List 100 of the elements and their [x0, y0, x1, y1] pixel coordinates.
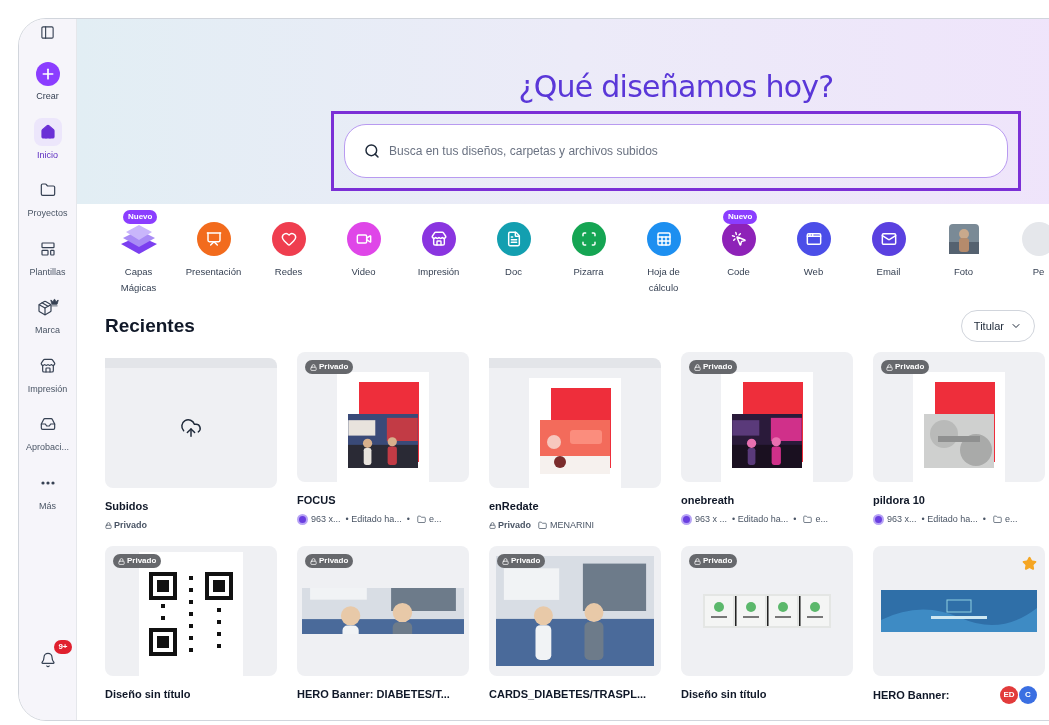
separator-dot: • [406, 512, 410, 526]
lock-icon [310, 363, 317, 371]
category-button[interactable]: Doc [476, 222, 551, 280]
design-card[interactable]: Privado [297, 352, 469, 482]
sidebar-item[interactable]: Plantillas [19, 234, 77, 279]
category-button[interactable]: Redes [251, 222, 326, 280]
design-title: Diseño sin título [105, 687, 191, 702]
sidebar-item[interactable]: Más [19, 468, 77, 513]
folder-icon [803, 514, 813, 524]
lock-icon [489, 521, 496, 529]
category-button[interactable]: Pizarra [551, 222, 626, 280]
folder-icon [416, 514, 426, 524]
privacy-badge: Privado [305, 554, 354, 568]
bell-icon [39, 652, 56, 668]
folder-icon [538, 520, 547, 530]
category-label: Redes [273, 265, 304, 279]
edited-time: • Editado ha... [345, 512, 402, 526]
design-card[interactable]: Privado [681, 546, 853, 676]
cloud-upload-icon [180, 417, 202, 439]
category-button[interactable]: Email [851, 222, 926, 280]
lock-icon [118, 557, 125, 565]
design-title: onebreath [681, 493, 735, 508]
design-title: CARDS_DIABETES/TRASPL... [489, 687, 647, 702]
lock-icon [105, 521, 112, 529]
sidebar-item[interactable]: Marca [19, 293, 77, 338]
edited-time: • Editado ha... [921, 512, 978, 526]
category-label: Presentación [184, 265, 243, 279]
category-button[interactable]: Video [326, 222, 401, 280]
category-label: Doc [504, 265, 523, 279]
panel-toggle-icon[interactable] [40, 25, 55, 40]
privacy-badge: Privado [689, 360, 738, 374]
collaborator-avatar: C [1019, 686, 1037, 704]
category-button[interactable]: Presentación [176, 222, 251, 280]
lock-icon [694, 557, 701, 565]
design-size: 963 x... [887, 512, 917, 526]
folder-name: e... [428, 512, 442, 526]
design-title: Diseño sin título [681, 687, 767, 702]
design-title: HERO Banner: DIABETES/T... [297, 687, 450, 702]
home-icon [39, 123, 56, 140]
design-card[interactable]: Privado [873, 352, 1045, 482]
category-button[interactable]: Code [701, 222, 776, 280]
section-heading: Recientes [105, 313, 195, 338]
category-label: Pe [1031, 265, 1046, 279]
design-title: HERO Banner: [873, 687, 950, 703]
category-button[interactable]: Hoja de cálculo [626, 222, 701, 296]
folder-name: e... [1004, 512, 1018, 526]
separator-dot: • [982, 512, 986, 526]
privacy-badge: Privado [689, 554, 738, 568]
folder-icon [992, 514, 1002, 524]
category-label: Foto [953, 265, 974, 279]
design-title: pildora 10 [873, 493, 925, 508]
design-card[interactable]: Privado [297, 546, 469, 676]
owner-avatar-icon [297, 513, 308, 525]
design-title: enRedate [489, 499, 539, 514]
page-heading: ¿Qué diseñamos hoy? [518, 69, 834, 105]
privacy-badge: Privado [497, 554, 546, 568]
collaborator-avatar: ED [1000, 686, 1018, 704]
design-size: 963 x ... [695, 512, 728, 526]
folder-card[interactable] [489, 358, 661, 488]
lock-icon [310, 557, 317, 565]
sidebar-item[interactable]: Proyectos [19, 176, 77, 221]
more-icon [40, 480, 55, 485]
search-field[interactable]: Busca en tus diseños, carpetas y archivos subidos [344, 124, 1008, 178]
design-title: FOCUS [297, 493, 336, 508]
lock-icon [886, 363, 893, 371]
design-card[interactable]: Privado [681, 352, 853, 482]
new-badge: Nuevo [723, 210, 758, 224]
category-button[interactable]: Impresión [401, 222, 476, 280]
folder-icon [39, 182, 56, 198]
inbox-icon [39, 416, 56, 432]
create-button[interactable]: Crear [19, 62, 76, 104]
sort-dropdown[interactable]: Titular [960, 310, 1035, 342]
plus-icon [35, 62, 60, 86]
lock-icon [502, 557, 509, 565]
design-card[interactable] [873, 546, 1045, 676]
search-icon [364, 143, 380, 159]
category-button[interactable]: Capas Mágicas [101, 222, 176, 296]
lock-icon [694, 363, 701, 371]
category-button[interactable]: Foto [926, 222, 1001, 280]
design-card[interactable]: Privado [489, 546, 661, 676]
sidebar-item[interactable]: Inicio [19, 117, 77, 162]
store-icon [39, 357, 56, 374]
crown-package-icon [36, 298, 59, 316]
new-badge: Nuevo [123, 210, 158, 224]
template-icon [39, 240, 56, 257]
sidebar-item[interactable]: Aprobaci... [19, 410, 77, 455]
category-label: Video [350, 265, 377, 279]
edited-time: • Editado ha... [732, 512, 789, 526]
category-button[interactable]: Web [776, 222, 851, 280]
category-button[interactable]: Pe [1001, 222, 1049, 280]
category-label: Hoja de cálculo [646, 265, 681, 295]
design-size: 963 x... [311, 512, 341, 526]
privacy-label: Privado [489, 518, 531, 532]
sidebar-item[interactable]: Impresión [19, 351, 77, 396]
design-title: Subidos [105, 499, 149, 514]
owner-avatar-icon [873, 513, 884, 525]
category-label: Impresión [416, 265, 461, 279]
design-card[interactable]: Privado [105, 546, 277, 676]
category-label: Web [802, 265, 825, 279]
privacy-label: Privado [105, 518, 147, 532]
